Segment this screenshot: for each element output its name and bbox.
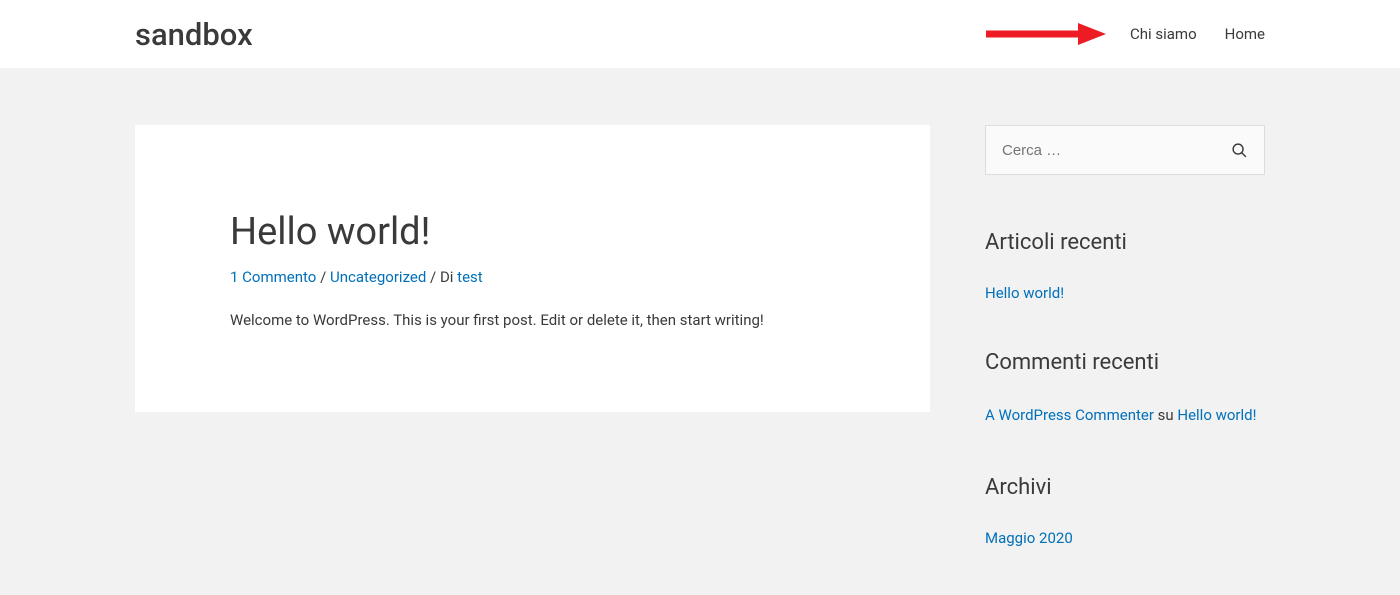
meta-separator: / xyxy=(316,268,330,286)
recent-post-link[interactable]: Hello world! xyxy=(985,284,1064,302)
content-wrapper: Hello world! 1 Commento / Uncategorized … xyxy=(0,68,1400,595)
site-title[interactable]: sandbox xyxy=(135,16,253,53)
arrow-icon xyxy=(986,23,1106,45)
post-card: Hello world! 1 Commento / Uncategorized … xyxy=(135,125,930,412)
search-input[interactable] xyxy=(1002,142,1231,159)
widget-title: Articoli recenti xyxy=(985,230,1265,255)
post-body: Welcome to WordPress. This is your first… xyxy=(230,308,835,332)
post-meta: 1 Commento / Uncategorized / Di test xyxy=(230,268,835,286)
list-item: A WordPress Commenter su Hello world! xyxy=(985,403,1265,427)
post-category-link[interactable]: Uncategorized xyxy=(330,268,426,286)
sidebar: Articoli recenti Hello world! Commenti r… xyxy=(985,125,1265,595)
comment-author-link[interactable]: A WordPress Commenter xyxy=(985,406,1154,424)
post-author-link[interactable]: test xyxy=(457,268,483,286)
search-icon xyxy=(1231,142,1248,159)
archive-link[interactable]: Maggio 2020 xyxy=(985,529,1073,547)
site-header: sandbox Chi siamo Home xyxy=(0,0,1400,68)
search-box xyxy=(985,125,1265,175)
list-item: Maggio 2020 xyxy=(985,528,1265,547)
widget-recent-comments: Commenti recenti A WordPress Commenter s… xyxy=(985,350,1265,427)
widget-title: Archivi xyxy=(985,475,1265,500)
meta-separator: / xyxy=(426,268,440,286)
post-title[interactable]: Hello world! xyxy=(230,210,835,254)
comment-on-label: su xyxy=(1154,406,1177,424)
post-comments-link[interactable]: 1 Commento xyxy=(230,268,316,286)
post-author-by: Di xyxy=(440,268,457,286)
nav-link-chi-siamo[interactable]: Chi siamo xyxy=(1130,25,1197,43)
nav-link-home[interactable]: Home xyxy=(1225,25,1265,43)
widget-recent-posts: Articoli recenti Hello world! xyxy=(985,230,1265,302)
comment-post-link[interactable]: Hello world! xyxy=(1177,406,1256,424)
annotation-arrow xyxy=(986,23,1106,45)
list-item: Hello world! xyxy=(985,283,1265,302)
widget-archives: Archivi Maggio 2020 xyxy=(985,475,1265,547)
search-button[interactable] xyxy=(1231,142,1248,159)
main-nav: Chi siamo Home xyxy=(986,23,1265,45)
widget-title: Commenti recenti xyxy=(985,350,1265,375)
